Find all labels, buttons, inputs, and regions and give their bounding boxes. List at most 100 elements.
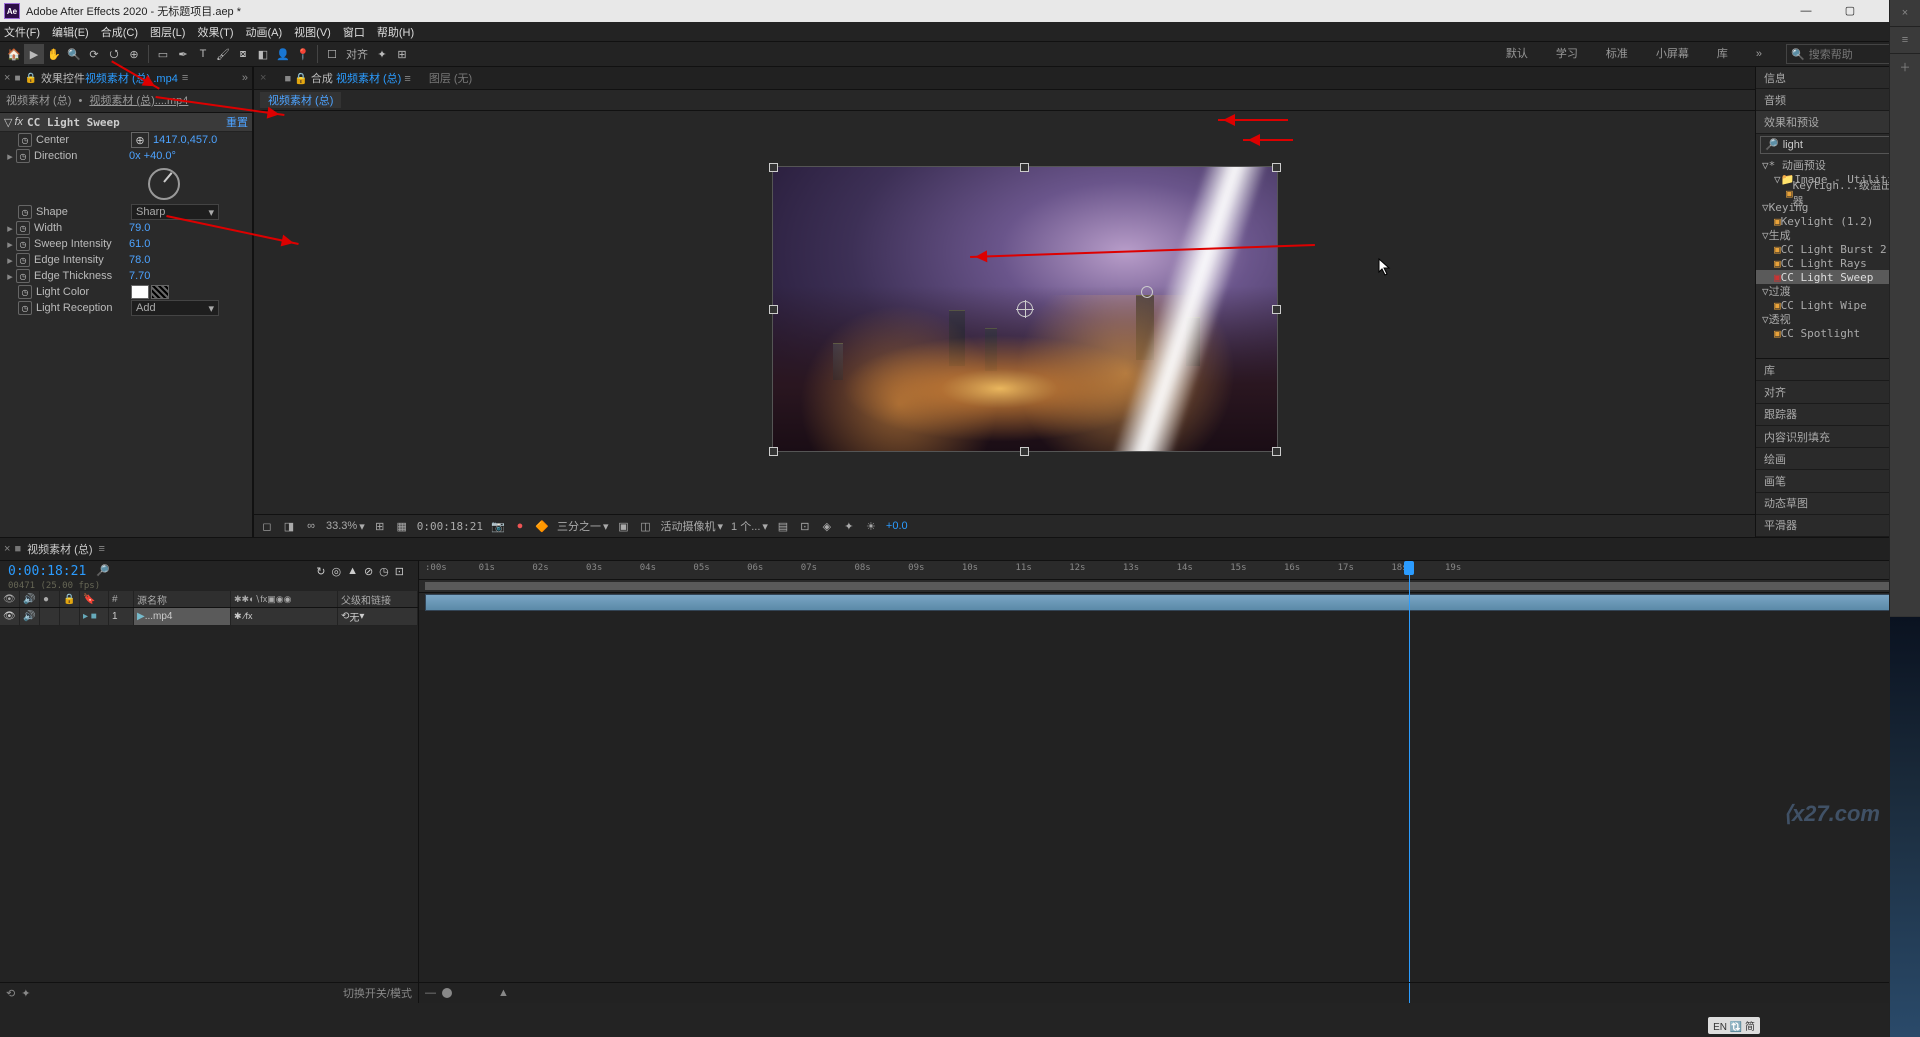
dock-menu-icon[interactable]: ≡ — [1890, 27, 1920, 54]
grid-icon[interactable]: ▦ — [395, 519, 409, 533]
tl-foot1-icon[interactable]: ⟲ — [6, 987, 15, 1000]
col-eye-icon[interactable]: 👁 — [0, 591, 20, 607]
rect-tool-icon[interactable]: ▭ — [153, 44, 173, 64]
resize-handle[interactable] — [1020, 447, 1029, 456]
menu-animation[interactable]: 动画(A) — [246, 24, 283, 40]
prop-sweep-value[interactable]: 61.0 — [129, 238, 150, 250]
zoom-out-icon[interactable]: — — [425, 987, 436, 999]
tab-label-name[interactable]: 视频素材 (总) .mp4 — [85, 70, 178, 86]
vi2-icon[interactable]: ⊡ — [798, 519, 812, 533]
stopwatch-icon[interactable]: ◷ — [18, 285, 32, 299]
timecode-display[interactable]: 0:00:18:21 — [417, 520, 483, 533]
anchor-point-icon[interactable] — [1017, 301, 1033, 317]
tab-menu-icon[interactable]: ≡ — [98, 543, 104, 555]
hand-tool-icon[interactable]: ✋ — [44, 44, 64, 64]
light-color-swatch[interactable] — [131, 285, 169, 299]
stopwatch-icon[interactable]: ◷ — [16, 149, 30, 163]
prop-center-y[interactable]: 457.0 — [190, 134, 218, 146]
expand-icon[interactable]: ▸ — [4, 222, 16, 235]
tab-menu-icon[interactable]: ≡ — [182, 72, 188, 84]
tl-btn5-icon[interactable]: ◷ — [379, 565, 389, 578]
tab-close-icon[interactable]: × — [4, 543, 10, 555]
current-time[interactable]: 0:00:18:21 — [8, 564, 86, 579]
menu-layer[interactable]: 图层(L) — [150, 24, 185, 40]
res-icon[interactable]: ⊞ — [373, 519, 387, 533]
tl-btn3-icon[interactable]: ▲ — [347, 565, 358, 578]
resize-handle[interactable] — [769, 163, 778, 172]
expand-icon[interactable]: ▸ — [4, 254, 16, 267]
ime-indicator[interactable]: EN 🔃 简 — [1708, 1017, 1760, 1034]
workspace-learn[interactable]: 学习 — [1542, 42, 1592, 66]
prop-width-value[interactable]: 79.0 — [129, 222, 150, 234]
snap-icon[interactable]: ☐ — [322, 44, 342, 64]
menu-edit[interactable]: 编辑(E) — [52, 24, 89, 40]
tab-layer[interactable]: 图层 (无) — [429, 70, 472, 86]
layer-lock-toggle[interactable] — [60, 608, 80, 625]
camera-dropdown[interactable]: 活动摄像机 ▾ — [661, 518, 724, 534]
prop-edgei-value[interactable]: 78.0 — [129, 254, 150, 266]
collapse-icon[interactable]: ▽ — [4, 116, 12, 129]
layer-name[interactable]: ▶ ...mp4 — [134, 608, 231, 625]
col-switches[interactable]: ✱✱◐∖fx▣◉◉ — [231, 591, 338, 607]
mask-icon[interactable]: ◻ — [260, 519, 274, 533]
tab-lock-icon[interactable]: 🔒 — [24, 73, 36, 84]
layer-solo-toggle[interactable] — [40, 608, 60, 625]
vi3-icon[interactable]: ◈ — [820, 519, 834, 533]
tab-label-prefix[interactable]: 效果控件 — [41, 70, 85, 86]
menu-effect[interactable]: 效果(T) — [197, 24, 233, 40]
views-dropdown[interactable]: 1 个... ▾ — [731, 518, 768, 534]
prop-center-x[interactable]: 1417.0 — [153, 134, 187, 146]
tab-close-icon[interactable]: × — [260, 72, 266, 84]
minimize-button[interactable]: — — [1794, 0, 1818, 22]
selection-tool-icon[interactable]: ▶ — [24, 44, 44, 64]
subtab-comp-name[interactable]: 视频素材 (总) — [260, 92, 341, 108]
fx-badge-icon[interactable]: fx — [14, 116, 23, 128]
tl-btn2-icon[interactable]: ◎ — [331, 565, 341, 578]
stamp-tool-icon[interactable]: ⧇ — [233, 44, 253, 64]
prop-lrecep-select[interactable]: Add▾ — [131, 300, 219, 316]
roto-tool-icon[interactable]: 👤 — [273, 44, 293, 64]
rotate-tool-icon[interactable]: ⭯ — [104, 44, 124, 64]
layer-label-color[interactable]: ▸ ■ — [80, 608, 109, 625]
exposure-value[interactable]: +0.0 — [886, 520, 908, 532]
zoom-in-icon[interactable]: ▲ — [498, 987, 509, 999]
dock-thumbnail[interactable] — [1890, 616, 1920, 1037]
tl-btn1-icon[interactable]: ↻ — [316, 565, 325, 578]
tab-composition[interactable]: ■ 🔒 合成 视频素材 (总) ≡ — [284, 70, 410, 86]
stopwatch-icon[interactable]: ◷ — [18, 205, 32, 219]
prop-shape-select[interactable]: Sharp▾ — [131, 204, 219, 220]
eraser-tool-icon[interactable]: ◧ — [253, 44, 273, 64]
stopwatch-icon[interactable]: ◷ — [16, 221, 30, 235]
exposure-icon[interactable]: ☀ — [864, 519, 878, 533]
resize-handle[interactable] — [1272, 163, 1281, 172]
layer-switches[interactable]: ✱ ∕fx — [231, 608, 338, 625]
timeline-tab-comp[interactable]: 视频素材 (总) — [27, 541, 92, 557]
anchor-tool-icon[interactable]: ⊕ — [124, 44, 144, 64]
timeline-search-icon[interactable]: 🔎 — [96, 564, 110, 578]
workspace-default[interactable]: 默认 — [1492, 42, 1542, 66]
layer-parent-dropdown[interactable]: ⟲ 无 ▾ — [338, 608, 418, 625]
link-icon[interactable]: ∞ — [304, 519, 318, 533]
layer-audio-toggle[interactable]: 🔊 — [20, 608, 40, 625]
layer-clip-1[interactable] — [425, 594, 1896, 611]
resize-handle[interactable] — [1020, 163, 1029, 172]
workspace-more-icon[interactable]: » — [1742, 42, 1776, 66]
crosshair-button[interactable]: ⊕ — [131, 132, 149, 148]
expand-icon[interactable]: ▸ — [4, 270, 16, 283]
resolution-dropdown[interactable]: 三分之一 ▾ — [557, 518, 609, 534]
alpha-icon[interactable]: ◨ — [282, 519, 296, 533]
col-source-name[interactable]: 源名称 — [134, 591, 231, 607]
workspace-standard[interactable]: 标准 — [1592, 42, 1642, 66]
snapopt2-icon[interactable]: ⊞ — [392, 44, 412, 64]
colormgmt-icon[interactable]: 🔶 — [535, 519, 549, 533]
resize-handle[interactable] — [1272, 447, 1281, 456]
layer-track-1[interactable] — [419, 593, 1920, 611]
snap-label[interactable]: 对齐 — [346, 46, 368, 62]
tl-btn4-icon[interactable]: ⊘ — [364, 565, 373, 578]
tab-overflow-icon[interactable]: » — [242, 72, 248, 84]
tab-close-icon[interactable]: × — [4, 72, 10, 84]
col-lock-icon[interactable]: 🔒 — [60, 591, 80, 607]
playhead[interactable] — [1409, 561, 1410, 1003]
breadcrumb-comp[interactable]: 视频素材 (总) — [6, 95, 71, 107]
maximize-button[interactable]: ▢ — [1838, 0, 1862, 22]
